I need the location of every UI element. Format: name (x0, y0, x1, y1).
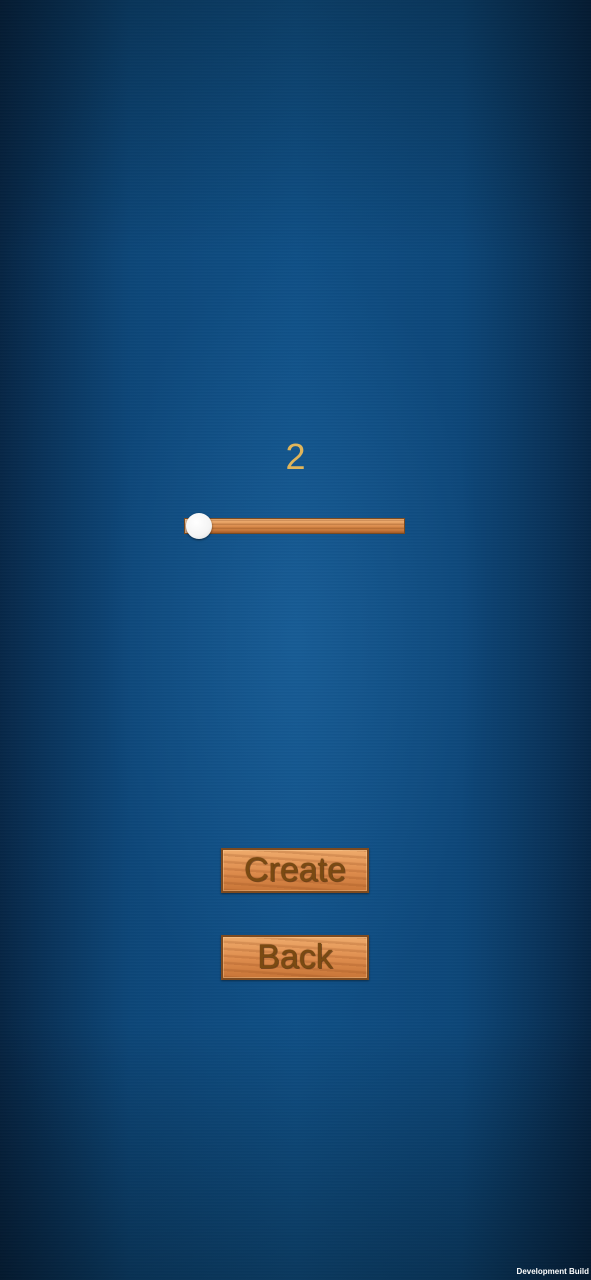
player-count-slider[interactable] (184, 513, 405, 539)
create-button[interactable]: Create (221, 848, 369, 893)
back-button[interactable]: Back (221, 935, 369, 980)
slider-thumb[interactable] (186, 513, 213, 539)
development-build-label: Development Build (516, 1267, 589, 1276)
player-count-label: 2 (285, 436, 306, 477)
felt-background (0, 0, 591, 1280)
slider-track[interactable] (184, 518, 405, 534)
